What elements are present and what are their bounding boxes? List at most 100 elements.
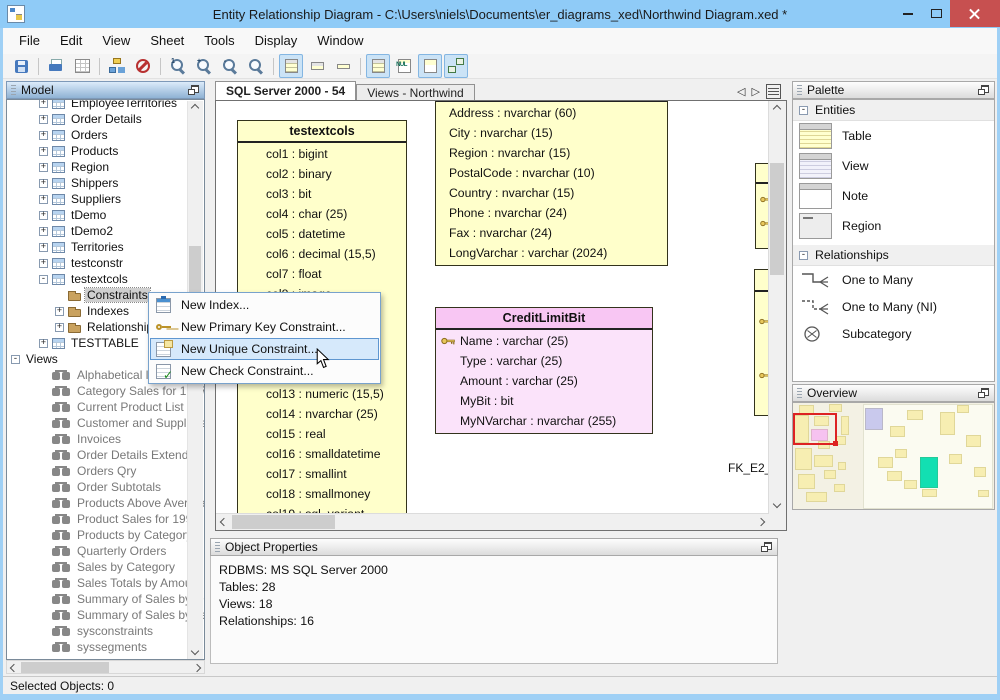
float-panel-icon[interactable] [188, 85, 199, 95]
minimap-viewport[interactable] [793, 413, 837, 445]
zoom-in-button[interactable]: + [192, 54, 216, 78]
tree-item[interactable]: Product Sales for 1997 [7, 511, 204, 527]
expand-toggle[interactable] [39, 259, 48, 268]
diagram-tab[interactable]: Views - Northwind [356, 84, 474, 100]
table-top-clipped[interactable]: Address : nvarchar (60) City : nvarchar … [435, 100, 668, 266]
auto-layout-button[interactable] [105, 54, 129, 78]
tree-item[interactable]: EmployeeTerritories [7, 99, 204, 111]
tree-item[interactable]: Products Above Average [7, 495, 204, 511]
expand-toggle[interactable] [39, 179, 48, 188]
menu-item[interactable]: View [92, 30, 140, 52]
expand-toggle[interactable] [39, 211, 48, 220]
table-creditlimitbit[interactable]: CreditLimitBit Name : varchar (25) Type … [435, 307, 653, 434]
zoom-out-button[interactable]: - [218, 54, 242, 78]
tree-item[interactable]: Shippers [7, 175, 204, 191]
expand-toggle[interactable] [39, 275, 48, 284]
toolbar-button[interactable] [38, 58, 39, 75]
menu-item[interactable]: Edit [50, 30, 92, 52]
expand-toggle[interactable] [39, 243, 48, 252]
maximize-button[interactable] [922, 0, 950, 27]
tree-item[interactable]: Order Details Extended [7, 447, 204, 463]
tree-item[interactable]: Customer and Suppliers l [7, 415, 204, 431]
menu-item[interactable]: File [9, 30, 50, 52]
diagram-tab[interactable]: SQL Server 2000 - 54 [215, 81, 356, 100]
palette-item[interactable]: Region [793, 211, 994, 241]
tab-scroll-right-icon[interactable]: ▷ [751, 85, 759, 98]
toolbar-button[interactable] [273, 58, 274, 75]
expand-toggle[interactable] [39, 339, 48, 348]
expand-toggle[interactable] [11, 355, 20, 364]
print-button[interactable] [44, 54, 68, 78]
tree-item[interactable]: Orders [7, 127, 204, 143]
view-compact-button[interactable] [305, 54, 329, 78]
view-title-only-button[interactable] [331, 54, 355, 78]
context-menu-item[interactable]: New Index... [150, 294, 379, 316]
print-preview-button[interactable] [70, 54, 94, 78]
toolbar-button[interactable] [99, 58, 100, 75]
expand-toggle[interactable] [39, 227, 48, 236]
tree-horizontal-scrollbar[interactable] [6, 660, 205, 674]
expand-toggle[interactable] [39, 115, 48, 124]
view-full-button[interactable] [279, 54, 303, 78]
tab-list-icon[interactable] [766, 84, 781, 99]
expand-toggle[interactable] [39, 131, 48, 140]
tree-item[interactable]: Products [7, 143, 204, 159]
tree-item[interactable]: tDemo2 [7, 223, 204, 239]
menu-item[interactable]: Tools [194, 30, 244, 52]
palette-item[interactable]: Note [793, 181, 994, 211]
expand-toggle[interactable] [55, 323, 64, 332]
show-columns-button[interactable] [366, 54, 390, 78]
menu-item[interactable]: Window [307, 30, 373, 52]
float-panel-icon[interactable] [761, 542, 772, 552]
tree-item[interactable]: Territories [7, 239, 204, 255]
palette-section-relationships[interactable]: Relationships [793, 245, 994, 266]
collapse-icon[interactable] [799, 106, 808, 115]
expand-toggle[interactable] [55, 307, 64, 316]
canvas-vscroll-thumb[interactable] [770, 163, 784, 275]
show-header-button[interactable] [418, 54, 442, 78]
scroll-down-icon[interactable] [773, 500, 781, 508]
expand-toggle[interactable] [39, 147, 48, 156]
menu-item[interactable]: Sheet [140, 30, 194, 52]
tree-item[interactable]: testextcols [7, 271, 204, 287]
canvas-horizontal-scrollbar[interactable] [216, 513, 769, 531]
context-menu-item[interactable]: New Unique Constraint... [150, 338, 379, 360]
zoom-tool-button[interactable] [244, 54, 268, 78]
float-panel-icon[interactable] [978, 85, 989, 95]
scroll-right-icon[interactable] [757, 518, 765, 526]
palette-item[interactable]: Subcategory [793, 320, 994, 347]
tree-item[interactable]: sysconstraints [7, 623, 204, 639]
tree-item[interactable]: Summary of Sales by Qu [7, 591, 204, 607]
scroll-up-icon[interactable] [191, 104, 199, 112]
tree-item[interactable]: Order Details [7, 111, 204, 127]
tree-item[interactable]: Category Sales for 1997 [7, 383, 204, 399]
tree-item[interactable]: Products by Category [7, 527, 204, 543]
palette-item[interactable]: View [793, 151, 994, 181]
tree-item[interactable]: Summary of Sales by Yea [7, 607, 204, 623]
tree-item[interactable]: Current Product List [7, 399, 204, 415]
close-button[interactable] [950, 0, 1000, 27]
minimize-button[interactable] [894, 0, 922, 27]
palette-item[interactable]: One to Many (NI) [793, 293, 994, 320]
palette-section-entities[interactable]: Entities [793, 100, 994, 121]
scroll-down-icon[interactable] [191, 647, 199, 655]
palette-item[interactable]: Table [793, 121, 994, 151]
tree-item[interactable]: syssegments [7, 639, 204, 655]
tree-item[interactable]: Sales by Category [7, 559, 204, 575]
tab-scroll-left-icon[interactable]: ◁ [737, 85, 745, 98]
tree-item[interactable]: Invoices [7, 431, 204, 447]
expand-toggle[interactable] [39, 99, 48, 108]
save-button[interactable] [9, 54, 33, 78]
toolbar-button[interactable] [160, 58, 161, 75]
scroll-right-icon[interactable] [193, 664, 201, 672]
scroll-up-icon[interactable] [773, 105, 781, 113]
tree-item[interactable]: testconstr [7, 255, 204, 271]
palette-item[interactable]: One to Many [793, 266, 994, 293]
canvas-vertical-scrollbar[interactable] [768, 101, 786, 513]
tree-item[interactable]: tDemo [7, 207, 204, 223]
tree-item[interactable]: Orders Qry [7, 463, 204, 479]
collapse-icon[interactable] [799, 251, 808, 260]
scroll-left-icon[interactable] [10, 664, 18, 672]
tree-item[interactable]: Quarterly Orders [7, 543, 204, 559]
context-menu-item[interactable]: New Check Constraint... [150, 360, 379, 382]
